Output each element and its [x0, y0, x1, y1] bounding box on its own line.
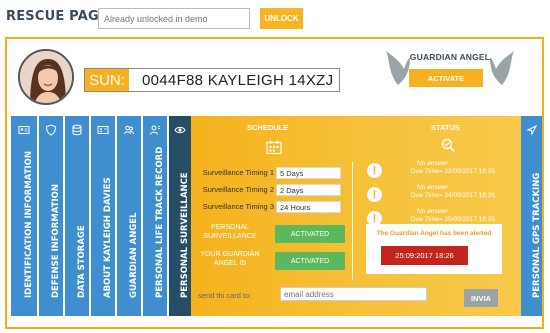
tab-identification-information[interactable]: IDENTIFICATION INFORMATION: [11, 116, 39, 316]
avatar: [18, 49, 74, 105]
id-card-icon: [18, 126, 30, 134]
status-heading: STATUS: [431, 123, 460, 132]
status-title: No answer: [417, 208, 449, 215]
status-date: Due Time= 24/09/2017 18:26: [411, 192, 496, 199]
alert-icon: !: [367, 163, 382, 178]
tab-personal-surveillance[interactable]: PERSONAL SURVEILLANCE: [169, 116, 191, 316]
tab-about-kayleigh-davies[interactable]: ABOUT KAYLEIGH DAVIES: [91, 116, 117, 316]
tab-personal-life-track-record[interactable]: PERSONAL LIFE TRACK RECORD: [143, 116, 169, 316]
database-icon: [72, 124, 82, 136]
sun-label: SUN:: [85, 69, 129, 91]
shield-icon: [45, 124, 57, 136]
tab-label: DEFENSE INFORMATION: [51, 183, 61, 298]
alert-message: The Guardian Angel has been alerted: [376, 230, 492, 237]
personal-surveillance-status[interactable]: ACTIVATED: [275, 225, 345, 243]
timing-2-input[interactable]: 2 Days: [276, 184, 341, 196]
tab-guardian-angel[interactable]: GUARDIAN ANGEL: [117, 116, 143, 316]
profile-photo: [20, 51, 72, 103]
alert-icon: !: [367, 187, 382, 202]
alert-date-button[interactable]: 25:09:2017 18:26: [381, 246, 468, 265]
alert-card: The Guardian Angel has been alerted 25:0…: [366, 224, 502, 274]
timing-3-label: Surveillance Timing 3: [202, 202, 274, 211]
surveillance-panel: SCHEDULE STATUS Surveillance Timing 1 5 …: [191, 116, 521, 316]
timing-1-input[interactable]: 5 Days: [276, 167, 341, 179]
personal-surveillance-label: PERSONAL SURVEILLANCE: [203, 224, 257, 240]
status-item: ! No answer Due Time= 22/09/2017 18:26: [367, 160, 527, 182]
email-field[interactable]: [280, 287, 427, 301]
schedule-heading: SCHEDULE: [247, 123, 289, 132]
status-date: Due Time= 22/09/2017 18:26: [411, 168, 496, 175]
guardian-angel-title: GUARDIAN ANGEL: [409, 52, 491, 62]
user-record-icon: [150, 125, 160, 135]
tab-label: PERSONAL LIFE TRACK RECORD: [155, 146, 165, 298]
rescue-card: SUN: 0044F88 KAYLEIGH 14XZJ GUARDIAN ANG…: [5, 37, 544, 329]
tab-label: PERSONAL SURVEILLANCE: [180, 172, 190, 298]
guardian-activate-button[interactable]: ACTIVATE: [409, 69, 483, 87]
tab-data-storage[interactable]: DATA STORAGE: [65, 116, 91, 316]
timing-3-input[interactable]: 24 Hours: [276, 201, 341, 213]
tab-personal-gps-tracking[interactable]: PERSONAL GPS TRACKING: [521, 116, 542, 316]
contact-card-icon: [97, 126, 109, 134]
sun-field: SUN: 0044F88 KAYLEIGH 14XZJ: [84, 68, 340, 92]
tab-label: PERSONAL GPS TRACKING: [531, 172, 542, 298]
status-title: No answer: [417, 184, 449, 191]
unlock-button[interactable]: UNLOCK: [260, 8, 303, 29]
guardian-status-label: YOUR GUARDIAN ANGEL IS: [200, 251, 260, 267]
eye-icon: [174, 126, 186, 134]
send-button[interactable]: INVIA: [464, 289, 498, 307]
calendar-icon: [266, 140, 282, 154]
users-icon: [124, 125, 134, 135]
status-item: ! No answer Due Time= 24/09/2017 18:26: [367, 184, 527, 206]
tab-defense-information[interactable]: DEFENSE INFORMATION: [39, 116, 65, 316]
tab-label: IDENTIFICATION INFORMATION: [24, 150, 34, 298]
tab-label: ABOUT KAYLEIGH DAVIES: [103, 177, 113, 298]
column-divider: [352, 162, 353, 280]
timing-2-label: Surveillance Timing 2: [202, 185, 274, 194]
status-title: No answer: [417, 160, 449, 167]
tab-label: DATA STORAGE: [77, 225, 87, 298]
tab-label: GUARDIAN ANGEL: [129, 212, 139, 298]
status-date: Due Time= 25/09/2017 18:26: [411, 216, 496, 223]
guardian-status[interactable]: ACTIVATED: [275, 252, 345, 270]
gps-icon: [525, 124, 537, 136]
unlock-code-input[interactable]: [98, 8, 250, 29]
page-title: RESCUE PAGE: [6, 9, 108, 24]
send-card-label: send thi card to:: [198, 291, 252, 300]
timing-1-label: Surveillance Timing 1: [202, 168, 274, 177]
sun-value: 0044F88 KAYLEIGH 14XZJ: [142, 71, 334, 89]
search-status-icon: [441, 138, 456, 153]
